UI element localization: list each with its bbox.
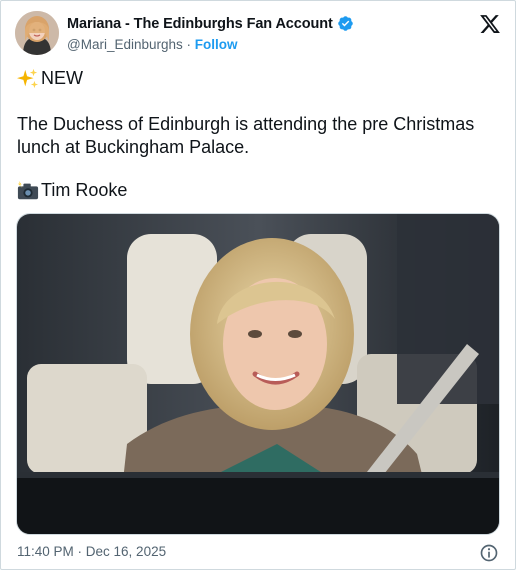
tweet-credit: Tim Rooke [17,179,127,202]
tweet-photo[interactable] [16,213,500,535]
handle-line: @Mari_Edinburghs · Follow [67,37,238,52]
tweet-paragraph: The Duchess of Edinburgh is attending th… [17,114,475,157]
sparkles-icon [17,68,39,88]
tweet-line-new: NEW [17,67,499,90]
author-display-name[interactable]: Mariana - The Edinburghs Fan Account [67,16,333,32]
camera-flash-icon [17,180,39,199]
name-line: Mariana - The Edinburghs Fan Account [67,15,354,32]
x-logo-icon[interactable] [479,13,501,35]
tweet-credit-name: Tim Rooke [41,180,128,200]
author-avatar[interactable] [15,11,59,55]
tweet-card: Mariana - The Edinburghs Fan Account @Ma… [0,0,516,570]
tweet-footer: 11:40 PM · Dec 16, 2025 [17,543,499,563]
tweet-timestamp[interactable]: 11:40 PM · Dec 16, 2025 [17,544,166,559]
follow-button[interactable]: Follow [195,37,238,52]
author-handle[interactable]: @Mari_Edinburghs [67,37,183,52]
verified-badge-icon [337,16,353,31]
tweet-header: Mariana - The Edinburghs Fan Account @Ma… [15,9,501,59]
info-icon[interactable] [479,543,499,563]
tweet-text: NEW The Duchess of Edinburgh is attendin… [17,67,499,200]
tweet-new-label: NEW [41,68,83,88]
handle-separator: · [182,37,195,52]
